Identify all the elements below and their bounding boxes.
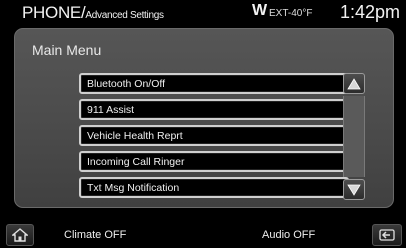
- scroll-track[interactable]: [343, 96, 365, 177]
- arrow-down-icon: [347, 184, 361, 196]
- compass-heading: W: [252, 2, 268, 19]
- scroll-down-button[interactable]: [343, 179, 365, 200]
- menu-item-call-ringer[interactable]: Incoming Call Ringer: [79, 151, 349, 172]
- scroll-up-button[interactable]: [343, 73, 365, 94]
- outside-temperature: EXT-40°F: [269, 8, 313, 19]
- screen-title: PHONE/Advanced Settings: [22, 3, 164, 22]
- audio-button[interactable]: Audio OFF: [262, 229, 315, 241]
- status-header: PHONE/Advanced Settings W EXT-40°F 1:42p…: [0, 0, 406, 26]
- screen-subtitle: Advanced Settings: [85, 10, 164, 21]
- menu-item-vehicle-health[interactable]: Vehicle Health Reprt: [79, 125, 349, 146]
- climate-button[interactable]: Climate OFF: [64, 229, 126, 241]
- back-icon: [379, 229, 395, 241]
- home-button[interactable]: [6, 224, 34, 246]
- bottom-bar: Climate OFF Audio OFF: [0, 222, 406, 248]
- back-button[interactable]: [372, 224, 402, 246]
- menu-item-911-assist[interactable]: 911 Assist: [79, 99, 349, 120]
- panel-title: Main Menu: [32, 42, 102, 58]
- arrow-up-icon: [347, 77, 361, 89]
- menu-list: Bluetooth On/Off 911 Assist Vehicle Heal…: [79, 73, 349, 203]
- scrollbar[interactable]: [343, 73, 367, 200]
- main-menu-panel: Main Menu Bluetooth On/Off 911 Assist Ve…: [14, 28, 394, 208]
- menu-item-bluetooth[interactable]: Bluetooth On/Off: [79, 73, 349, 94]
- home-icon: [12, 228, 28, 242]
- menu-item-txt-notification[interactable]: Txt Msg Notification: [79, 177, 349, 198]
- clock: 1:42pm: [340, 2, 401, 22]
